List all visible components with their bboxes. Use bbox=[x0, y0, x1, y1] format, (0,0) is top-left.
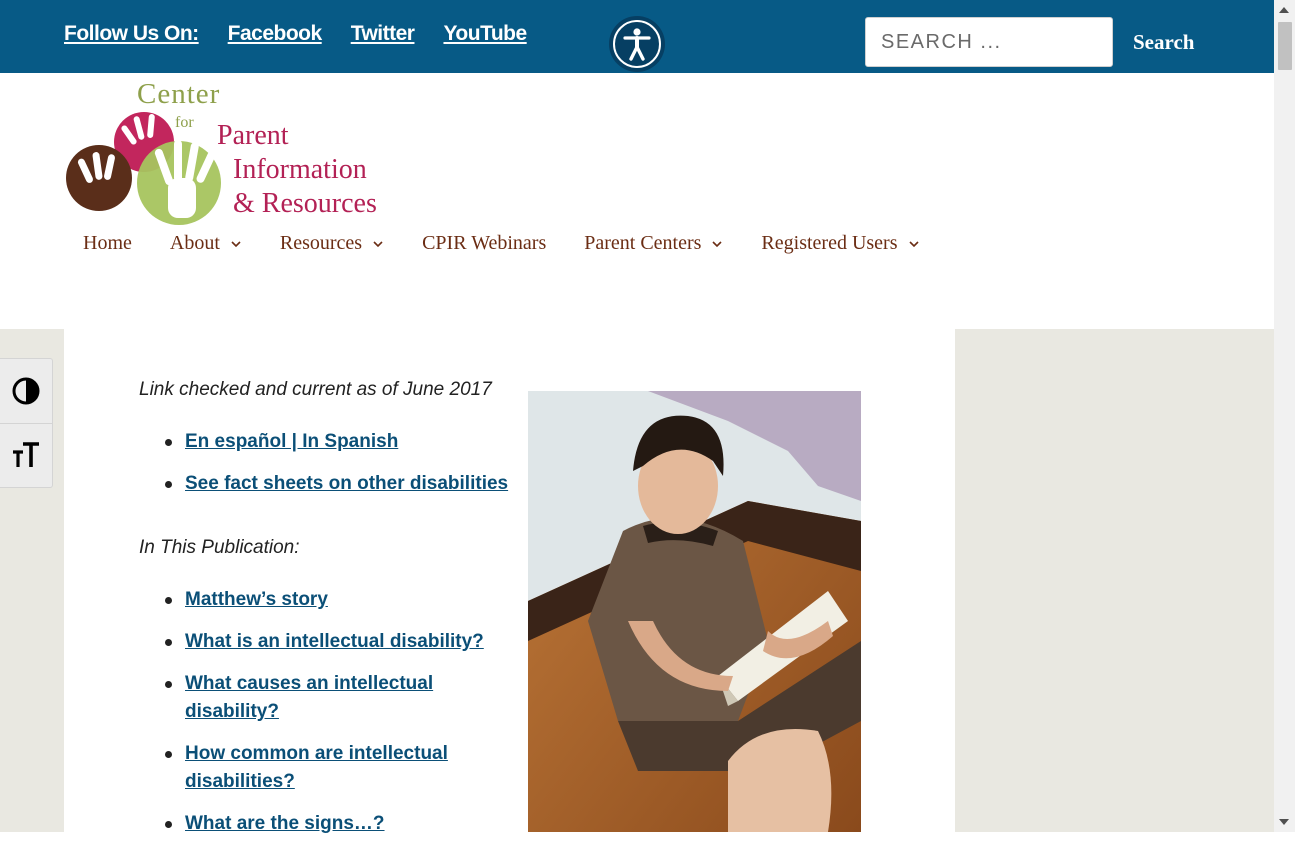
nav-item-label: Resources bbox=[279, 232, 363, 254]
top-bar: Follow Us On: Facebook Twitter YouTube S… bbox=[0, 0, 1274, 73]
chevron-down-icon bbox=[231, 240, 241, 247]
list-item: See fact sheets on other disabilities bbox=[165, 470, 509, 498]
link-checked-note: Link checked and current as of June 2017 bbox=[139, 379, 492, 400]
list-item: How common are intellectual disabilities… bbox=[165, 740, 465, 796]
toggle-font-size-button[interactable] bbox=[0, 423, 52, 487]
logo-text: Center for Parent Information & Resource… bbox=[64, 78, 394, 228]
accessibility-person-icon bbox=[613, 20, 661, 68]
scroll-down-arrow-icon[interactable] bbox=[1279, 819, 1289, 825]
accessibility-button[interactable] bbox=[609, 16, 665, 72]
article-text: Link checked and current as of June 2017… bbox=[139, 378, 509, 852]
nav-item-cpir-webinars[interactable]: CPIR Webinars bbox=[422, 232, 546, 255]
pub-link-what-causes[interactable]: What causes an intellectual disability? bbox=[185, 673, 433, 722]
article-photo bbox=[528, 391, 861, 832]
nav-item-label: Registered Users bbox=[761, 232, 898, 254]
nav-item-about[interactable]: About bbox=[170, 232, 242, 255]
nav-item-label: Home bbox=[83, 232, 132, 254]
youtube-link[interactable]: YouTube bbox=[443, 22, 527, 46]
logo-line-for: for bbox=[175, 114, 194, 131]
list-item: Matthew’s story bbox=[165, 586, 509, 614]
pub-link-what-is[interactable]: What is an intellectual disability? bbox=[185, 631, 484, 652]
contrast-icon bbox=[12, 377, 40, 405]
other-disabilities-link[interactable]: See fact sheets on other disabilities bbox=[185, 473, 508, 494]
nav-item-home[interactable]: Home bbox=[83, 232, 132, 255]
site-logo[interactable]: Center for Parent Information & Resource… bbox=[64, 78, 394, 228]
list-item: What causes an intellectual disability? bbox=[165, 670, 445, 726]
nav-item-registered-users[interactable]: Registered Users bbox=[761, 232, 919, 255]
facebook-link[interactable]: Facebook bbox=[228, 22, 323, 46]
logo-line-information: Information bbox=[233, 154, 367, 185]
font-size-icon bbox=[13, 442, 39, 467]
spanish-link[interactable]: En español | In Spanish bbox=[185, 431, 398, 452]
chevron-down-icon bbox=[373, 240, 383, 247]
logo-line-parent: Parent bbox=[217, 120, 289, 151]
logo-line-resources: & Resources bbox=[233, 188, 377, 219]
search-input[interactable] bbox=[865, 17, 1113, 67]
search-button[interactable]: Search bbox=[1133, 30, 1194, 55]
social-links: Follow Us On: Facebook Twitter YouTube bbox=[64, 22, 527, 46]
list-item: What is an intellectual disability? bbox=[165, 628, 509, 656]
scroll-up-arrow-icon[interactable] bbox=[1279, 7, 1289, 13]
twitter-link[interactable]: Twitter bbox=[351, 22, 415, 46]
chevron-down-icon bbox=[712, 240, 722, 247]
nav-item-label: About bbox=[169, 232, 220, 254]
list-item: What are the signs…? bbox=[165, 810, 509, 838]
follow-us-link[interactable]: Follow Us On: bbox=[64, 22, 199, 46]
list-item: En español | In Spanish bbox=[165, 428, 509, 456]
main-navigation: Home About Resources CPIR Webinars Paren… bbox=[83, 232, 958, 255]
scroll-thumb[interactable] bbox=[1278, 22, 1292, 70]
publication-links-list: Matthew’s story What is an intellectual … bbox=[139, 586, 509, 838]
nav-item-label: CPIR Webinars bbox=[422, 232, 547, 254]
nav-item-label: Parent Centers bbox=[584, 232, 702, 254]
pub-link-how-common[interactable]: How common are intellectual disabilities… bbox=[185, 743, 448, 792]
logo-line-center: Center bbox=[137, 78, 221, 110]
chevron-down-icon bbox=[908, 240, 919, 247]
nav-item-resources[interactable]: Resources bbox=[280, 232, 384, 255]
pub-link-signs[interactable]: What are the signs…? bbox=[185, 813, 385, 834]
toggle-contrast-button[interactable] bbox=[0, 359, 52, 424]
top-links-list: En español | In Spanish See fact sheets … bbox=[139, 428, 509, 498]
page-scrollbar[interactable] bbox=[1274, 0, 1295, 832]
pub-link-matthews-story[interactable]: Matthew’s story bbox=[185, 589, 328, 610]
accessibility-toolbar bbox=[0, 358, 53, 488]
nav-item-parent-centers[interactable]: Parent Centers bbox=[584, 232, 723, 255]
in-this-publication-label: In This Publication: bbox=[139, 537, 300, 558]
